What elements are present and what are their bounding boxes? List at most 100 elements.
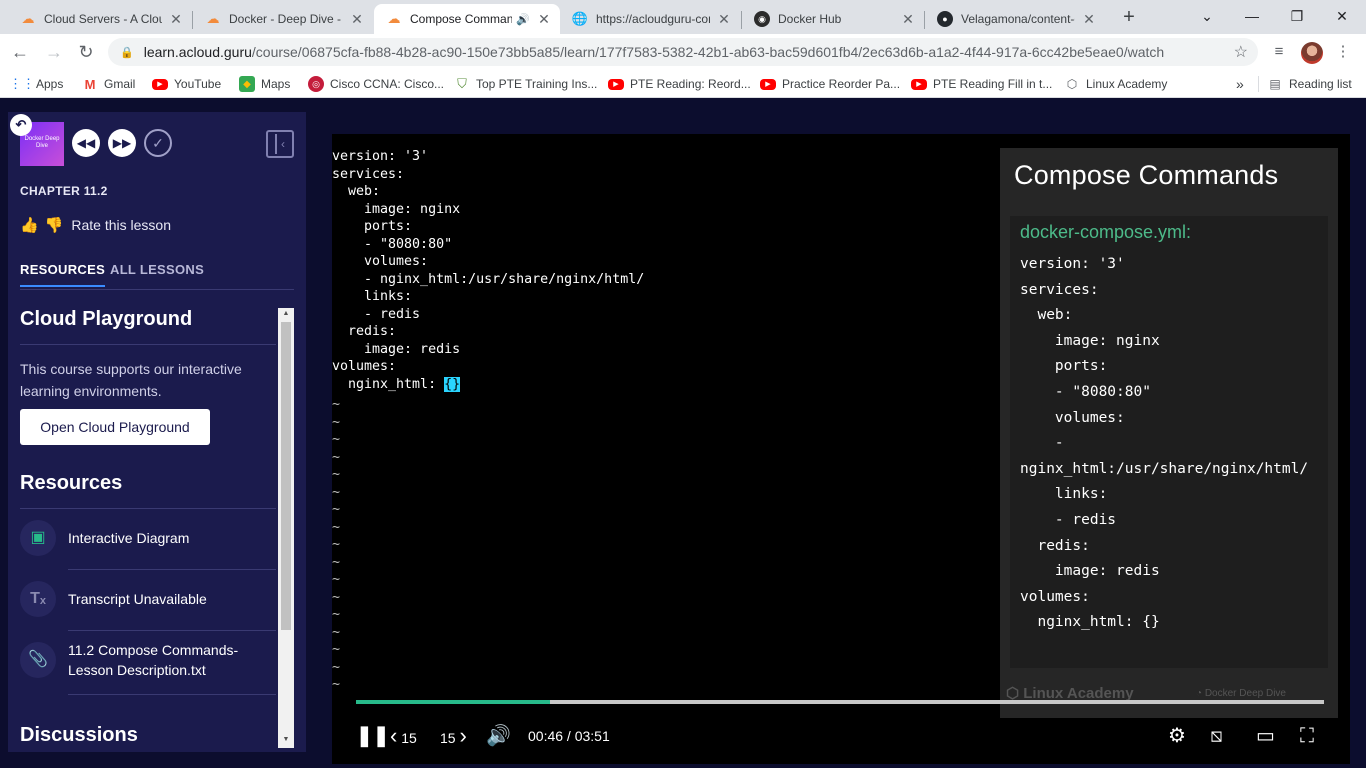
video-time: 00:46 / 03:51 xyxy=(528,728,610,744)
bookmark-linux-academy[interactable]: ⬡ Linux Academy xyxy=(1064,76,1168,92)
dockerhub-icon: ◉ xyxy=(754,11,770,27)
bookmark-gmail[interactable]: M Gmail xyxy=(82,76,136,92)
bookmark-label: PTE Reading: Reord... xyxy=(630,77,751,91)
reading-list-toolbar-icon[interactable]: ≡ xyxy=(1268,41,1290,63)
address-bar[interactable]: 🔒 learn.acloud.guru/course/06875cfa-fb88… xyxy=(108,38,1258,66)
bookmarks-overflow-button[interactable]: » xyxy=(1236,76,1244,92)
bookmark-label: Apps xyxy=(36,77,64,91)
audio-playing-icon[interactable]: 🔊 xyxy=(516,13,530,26)
gmail-icon: M xyxy=(84,76,96,92)
skip-back-button[interactable]: ‹ 15 xyxy=(390,720,417,752)
slide-panel: Compose Commands docker-compose.yml: ver… xyxy=(1000,148,1338,718)
minimize-button[interactable]: — xyxy=(1232,4,1272,28)
tab-all-lessons[interactable]: ALL LESSONS xyxy=(110,262,204,285)
browser-tab-strip: ☁ Cloud Servers - A Cloud Guru ✕ ☁ Docke… xyxy=(0,0,1366,34)
bookmark-label: Linux Academy xyxy=(1086,77,1168,91)
forward-arrow-icon[interactable]: → xyxy=(42,40,66,64)
bookmark-apps[interactable]: ⋮⋮ Apps xyxy=(9,76,64,92)
scroll-down-arrow[interactable]: ▼ xyxy=(278,734,294,746)
mark-complete-button[interactable]: ✓ xyxy=(144,129,172,157)
fullscreen-icon[interactable]: ⛶ xyxy=(1300,720,1314,752)
resource-lesson-description[interactable]: 📎 11.2 Compose Commands-Lesson Descripti… xyxy=(20,630,276,690)
bookmark-star-icon[interactable]: ☆ xyxy=(1234,42,1248,62)
back-to-course-button[interactable]: ↶ xyxy=(10,114,32,136)
settings-gear-icon[interactable]: ⚙ xyxy=(1168,720,1186,752)
resources-title: Resources xyxy=(20,472,123,494)
close-icon[interactable]: ✕ xyxy=(536,11,552,27)
bookmark-pte-training[interactable]: ⛉ Top PTE Training Ins... xyxy=(454,76,597,92)
bookmark-label: YouTube xyxy=(174,77,222,91)
video-player[interactable]: version: '3' services: web: image: nginx… xyxy=(332,134,1350,764)
skip-forward-button[interactable]: 15 › xyxy=(440,720,467,752)
tab-acloudguru-content[interactable]: 🌐 https://acloudguru-content ✕ xyxy=(560,4,740,34)
bookmark-cisco[interactable]: ◎ Cisco CCNA: Cisco... xyxy=(308,76,444,92)
menu-kebab-icon[interactable]: ⋮ xyxy=(1332,41,1354,63)
close-icon[interactable]: ✕ xyxy=(168,11,184,27)
close-icon[interactable]: ✕ xyxy=(716,11,732,27)
video-controls: ❚❚ ‹ 15 15 › 🔊 00:46 / 03:51 ⚙ ⧅ ▭ ⛶ xyxy=(332,720,1350,752)
rate-lesson: 👍 👎 Rate this lesson xyxy=(20,216,171,234)
sidebar-scroll-area[interactable]: Cloud Playground This course supports ou… xyxy=(8,308,306,752)
slide-code-card: docker-compose.yml: version: '3' service… xyxy=(1010,216,1328,668)
bookmark-practice-reorder[interactable]: ▶ Practice Reorder Pa... xyxy=(760,76,900,92)
new-tab-button[interactable]: + xyxy=(1118,6,1140,28)
resource-interactive-diagram[interactable]: ▣ Interactive Diagram xyxy=(20,508,276,568)
tab-cloud-servers[interactable]: ☁ Cloud Servers - A Cloud Guru ✕ xyxy=(8,4,192,34)
video-progress-fill xyxy=(356,700,550,704)
tab-compose-commands[interactable]: ☁ Compose Commands 🔊 ✕ xyxy=(374,4,560,34)
lock-icon[interactable]: 🔒 xyxy=(120,46,134,59)
next-lesson-button[interactable]: ▶▶ xyxy=(108,129,136,157)
youtube-icon: ▶ xyxy=(760,78,776,90)
tab-search-icon[interactable]: ⌄ xyxy=(1187,4,1227,28)
volume-icon[interactable]: 🔊 xyxy=(486,720,511,752)
vim-empty-lines: ~ ~ ~ ~ ~ ~ ~ ~ ~ ~ ~ ~ ~ ~ ~ ~ ~ xyxy=(332,397,341,692)
reading-list-label: Reading list xyxy=(1289,77,1352,91)
scroll-up-arrow[interactable]: ▲ xyxy=(278,308,294,320)
tab-title: Cloud Servers - A Cloud Guru xyxy=(44,12,162,26)
divider xyxy=(68,694,276,695)
chevron-left-icon: ‹ xyxy=(390,723,398,748)
pause-icon[interactable]: ❚❚ xyxy=(356,720,390,752)
open-cloud-playground-button[interactable]: Open Cloud Playground xyxy=(20,409,210,445)
bookmark-pte-fill[interactable]: ▶ PTE Reading Fill in t... xyxy=(911,76,1052,92)
bookmark-maps[interactable]: ◆ Maps xyxy=(239,76,290,92)
pte-icon: ⛉ xyxy=(457,76,467,91)
close-icon[interactable]: ✕ xyxy=(349,11,365,27)
discussions-title: Discussions xyxy=(20,724,138,746)
tab-title: Compose Commands xyxy=(410,12,513,26)
divider xyxy=(20,344,276,345)
reload-icon[interactable]: ↻ xyxy=(74,40,98,64)
resource-transcript[interactable]: Tₓ Transcript Unavailable xyxy=(20,569,276,629)
video-progress-bar[interactable] xyxy=(356,700,1324,704)
bookmark-youtube[interactable]: ▶ YouTube xyxy=(152,76,221,92)
sidebar-scrollbar[interactable]: ▲ ▼ xyxy=(278,308,294,748)
close-icon[interactable]: ✕ xyxy=(1081,11,1097,27)
bookmark-label: Top PTE Training Ins... xyxy=(476,77,598,91)
maps-icon: ◆ xyxy=(239,76,255,92)
captions-off-icon[interactable]: ⧅ xyxy=(1210,720,1223,752)
bookmarks-bar: ⋮⋮ Apps M Gmail ▶ YouTube ◆ Maps ◎ Cisco… xyxy=(0,70,1366,98)
picture-in-picture-icon[interactable]: ▭ xyxy=(1256,720,1275,752)
profile-avatar[interactable] xyxy=(1301,42,1323,64)
tab-resources[interactable]: RESOURCES xyxy=(20,262,106,287)
image-icon: ▣ xyxy=(20,520,56,556)
bookmark-pte-reading-reorder[interactable]: ▶ PTE Reading: Reord... xyxy=(608,76,751,92)
close-window-button[interactable]: ✕ xyxy=(1322,4,1362,28)
thumbs-up-icon[interactable]: 👍 xyxy=(20,216,39,234)
scrollbar-thumb[interactable] xyxy=(281,322,291,630)
tab-github[interactable]: ● Velagamona/content-docker ✕ xyxy=(925,4,1105,34)
thumbs-down-icon[interactable]: 👎 xyxy=(45,216,64,234)
sidebar-tabs: RESOURCES ALL LESSONS xyxy=(20,262,294,290)
back-arrow-icon[interactable]: ← xyxy=(8,40,32,64)
bookmark-label: Gmail xyxy=(104,77,136,91)
maximize-button[interactable]: ❐ xyxy=(1277,4,1317,28)
slide-file-name: docker-compose.yml: xyxy=(1020,222,1192,242)
youtube-icon: ▶ xyxy=(152,78,168,90)
tab-docker-hub[interactable]: ◉ Docker Hub ✕ xyxy=(742,4,924,34)
tab-docker-deep-dive[interactable]: ☁ Docker - Deep Dive - A Cloud Guru ✕ xyxy=(193,4,373,34)
close-icon[interactable]: ✕ xyxy=(900,11,916,27)
previous-lesson-button[interactable]: ◀◀ xyxy=(72,129,100,157)
collapse-sidebar-button[interactable]: ‹ xyxy=(266,130,294,158)
tab-title: Docker Hub xyxy=(778,12,842,26)
reading-list-button[interactable]: ▤ Reading list xyxy=(1258,76,1352,92)
